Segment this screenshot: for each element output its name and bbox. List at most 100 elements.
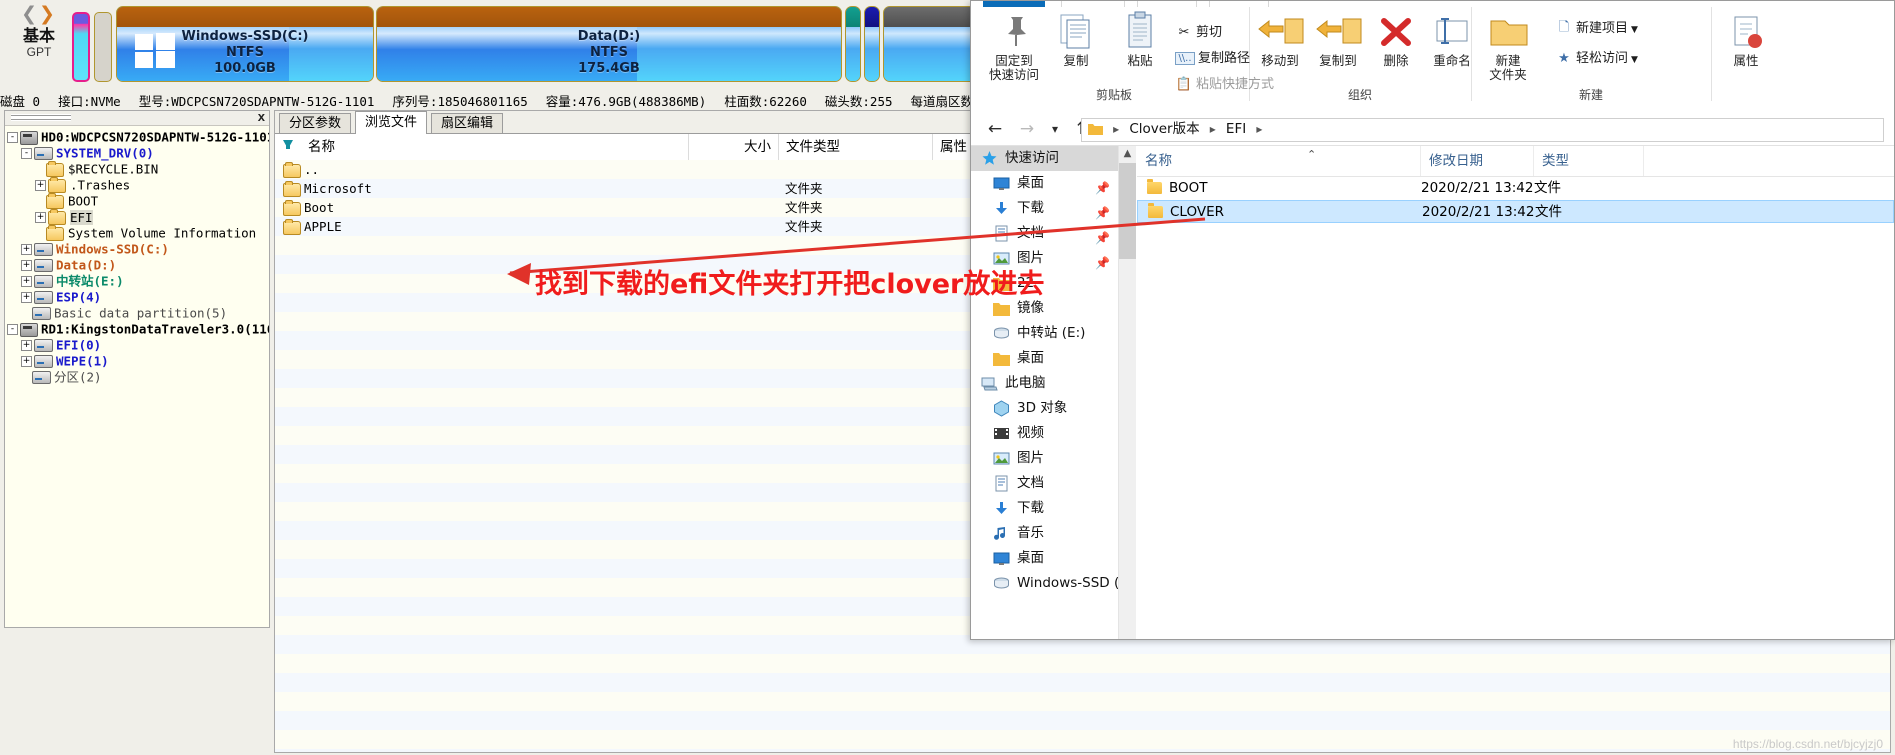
forward-button[interactable]: → xyxy=(1015,117,1039,141)
tree-expander[interactable]: + xyxy=(21,292,32,303)
partition-narrow-teal[interactable] xyxy=(845,6,861,82)
nav-pane-item[interactable]: 快速访问 xyxy=(971,146,1118,171)
button-label: 剪切 xyxy=(1196,25,1223,40)
tree-node[interactable]: + ESP(4) xyxy=(5,289,269,305)
tree-node[interactable]: 分区(2) xyxy=(5,369,269,385)
close-icon[interactable]: x xyxy=(258,109,265,124)
sort-descending-icon[interactable] xyxy=(283,140,293,149)
document-icon xyxy=(993,475,1010,492)
folder-icon xyxy=(48,208,66,225)
drive-icon xyxy=(34,147,53,160)
disk-nav-arrows[interactable]: ❮❯ xyxy=(10,4,68,25)
new-folder-icon xyxy=(1477,11,1539,51)
file-column-header[interactable]: 名称 xyxy=(301,134,689,160)
breadcrumb-item-0[interactable]: Clover版本 xyxy=(1127,119,1201,140)
button-label-line2: 快速访问 xyxy=(988,67,1039,82)
tree-node[interactable]: + WEPE(1) xyxy=(5,353,269,369)
nav-pane-item-label: 视频 xyxy=(1017,425,1044,441)
partition-esp-small[interactable] xyxy=(72,12,90,82)
tree-expander[interactable]: + xyxy=(21,244,32,255)
nav-pane-item[interactable]: 3D 对象 xyxy=(971,396,1118,421)
tree-node[interactable]: + .Trashes xyxy=(5,176,269,193)
file-panel-tab[interactable]: 分区参数 xyxy=(279,113,352,133)
copy-button[interactable]: 复制 xyxy=(1045,11,1107,68)
nav-pane-item[interactable]: 文档 xyxy=(971,471,1118,496)
file-column-header[interactable]: 大小 xyxy=(689,134,779,160)
file-list-column-header[interactable]: 名称 修改日期 类型 ⌃ xyxy=(1137,146,1894,177)
file-column-header[interactable]: 文件类型 xyxy=(779,134,933,160)
delete-button[interactable]: 删除 xyxy=(1365,11,1427,68)
pin-to-quick-access-button[interactable]: 固定到 快速访问 xyxy=(983,11,1045,82)
copy-to-button[interactable]: 复制到 xyxy=(1307,11,1369,68)
copy-path-button[interactable]: \\.. 复制路径 xyxy=(1175,47,1250,66)
tree-node-label: BOOT xyxy=(68,193,99,209)
tree-expander[interactable]: - xyxy=(21,148,32,159)
disk-icon xyxy=(20,130,38,145)
tree-node-label: Data(D:) xyxy=(56,257,117,273)
tree-node[interactable]: - RD1:KingstonDataTraveler3.0(116G xyxy=(5,321,269,337)
partition-usage-cap xyxy=(377,7,841,27)
nav-pane-item[interactable]: 视频 xyxy=(971,421,1118,446)
new-item-button[interactable]: 🗋 新建项目 ▼ xyxy=(1555,17,1638,40)
file-size-cell xyxy=(689,160,779,179)
tree-node[interactable]: - SYSTEM_DRV(0) xyxy=(5,145,269,161)
partition-narrow-blue[interactable] xyxy=(864,6,880,82)
tree-expander[interactable]: + xyxy=(21,340,32,351)
list-column-header[interactable]: 名称 xyxy=(1137,146,1421,176)
properties-button[interactable]: 属性 xyxy=(1715,11,1777,68)
cut-button[interactable]: ✂ 剪切 xyxy=(1175,21,1222,40)
tree-expander[interactable]: + xyxy=(21,276,32,287)
tree-expander[interactable]: + xyxy=(35,212,46,223)
nav-pane-item[interactable]: 桌面 xyxy=(971,346,1118,371)
tree-node[interactable]: System Volume Information xyxy=(5,224,269,241)
partition-data-d[interactable]: Data(D:) NTFS 175.4GB xyxy=(376,6,842,82)
tree-expander[interactable]: + xyxy=(21,356,32,367)
list-column-header[interactable]: 修改日期 xyxy=(1421,146,1534,176)
easy-access-button[interactable]: ★ 轻松访问 ▼ xyxy=(1555,47,1638,66)
star-icon xyxy=(981,150,998,167)
breadcrumb-item-1[interactable]: EFI xyxy=(1224,119,1248,140)
tree-expander[interactable]: + xyxy=(35,180,46,191)
tree-node[interactable]: - HD0:WDCPCSN720SDAPNTW-512G-1101( xyxy=(5,129,269,145)
paste-button[interactable]: 粘贴 xyxy=(1109,11,1171,68)
recent-locations-button[interactable]: ▾ xyxy=(1043,117,1067,141)
tree-node[interactable]: + Windows-SSD(C:) xyxy=(5,241,269,257)
tree-expander[interactable]: - xyxy=(7,324,18,335)
nav-pane-item[interactable]: 中转站 (E:) xyxy=(971,321,1118,346)
nav-pane-item[interactable]: 桌面 xyxy=(971,546,1118,571)
nav-pane-item[interactable]: Windows-SSD ( xyxy=(971,571,1118,596)
chevron-down-icon[interactable]: ▼ xyxy=(1631,25,1638,35)
nav-pane-item[interactable]: 此电脑 xyxy=(971,371,1118,396)
disk-map-nav: ❮❯ 基本 GPT xyxy=(10,4,68,59)
tree-node[interactable]: Basic data partition(5) xyxy=(5,305,269,321)
tree-node[interactable]: + EFI(0) xyxy=(5,337,269,353)
nav-pane-item[interactable]: 图片 xyxy=(971,446,1118,471)
tree-node[interactable]: BOOT xyxy=(5,192,269,209)
tree-node[interactable]: + Data(D:) xyxy=(5,257,269,273)
back-button[interactable]: ← xyxy=(983,117,1007,141)
tree-expander[interactable]: + xyxy=(21,260,32,271)
scroll-up-icon[interactable]: ▲ xyxy=(1119,146,1136,163)
tree-node[interactable]: + EFI xyxy=(5,208,269,225)
address-bar[interactable]: ▸ Clover版本 ▸ EFI ▸ xyxy=(1081,118,1884,142)
tree-node[interactable]: + 中转站(E:) xyxy=(5,273,269,289)
nav-pane-item[interactable]: 桌面 📌 xyxy=(971,171,1118,196)
disk-tree[interactable]: - HD0:WDCPCSN720SDAPNTW-512G-1101(- SYSTEM… xyxy=(5,126,269,627)
tree-expander[interactable]: - xyxy=(7,132,18,143)
move-to-button[interactable]: 移动到 xyxy=(1249,11,1311,68)
chevron-left-icon[interactable]: ❮ xyxy=(21,4,39,25)
list-column-header[interactable]: 类型 xyxy=(1534,146,1644,176)
disk-scheme-label: GPT xyxy=(26,45,52,59)
ribbon-group-label: 剪贴板 xyxy=(1095,88,1132,102)
partition-msr-small[interactable] xyxy=(94,12,112,82)
chevron-right-icon[interactable]: ❯ xyxy=(39,4,57,25)
tree-node[interactable]: $RECYCLE.BIN xyxy=(5,160,269,177)
file-panel-tab[interactable]: 浏览文件 xyxy=(355,111,428,134)
nav-pane-item[interactable]: 音乐 xyxy=(971,521,1118,546)
nav-pane-item[interactable]: 下载 xyxy=(971,496,1118,521)
chevron-down-icon[interactable]: ▼ xyxy=(1631,55,1638,65)
new-folder-button[interactable]: 新建 文件夹 xyxy=(1477,11,1539,82)
file-panel-tab[interactable]: 扇区编辑 xyxy=(431,113,504,133)
partition-windows-ssd-c[interactable]: Windows-SSD(C:) NTFS 100.0GB xyxy=(116,6,374,82)
table-row-empty xyxy=(275,711,1890,730)
